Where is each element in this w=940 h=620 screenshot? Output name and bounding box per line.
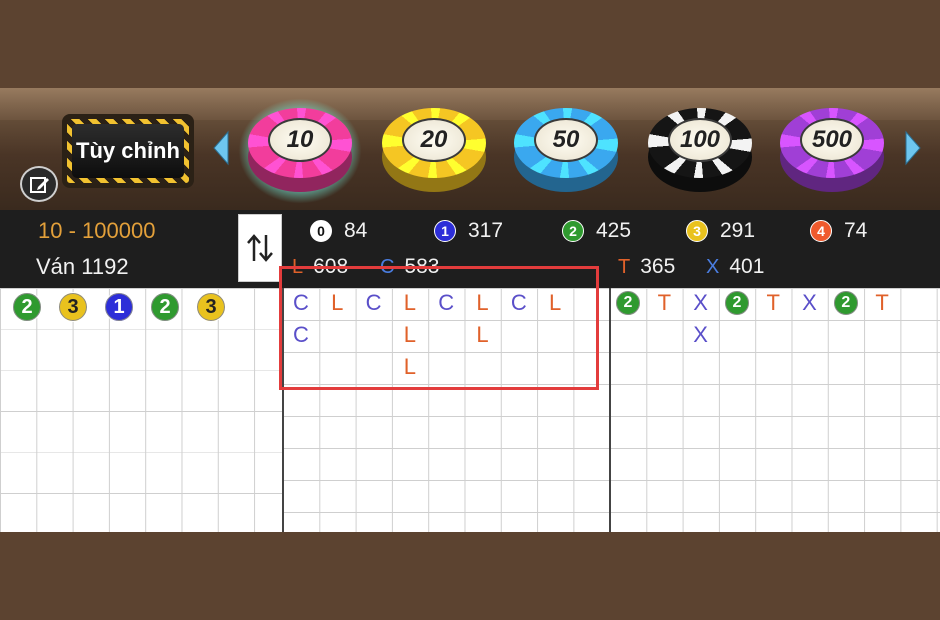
stat-t: T 365 [618, 254, 675, 280]
stat-label: T [618, 255, 631, 278]
chip-100[interactable]: 100 [648, 108, 752, 198]
bead-cell: 2 [12, 292, 42, 322]
round-number: Ván 1192 [36, 254, 129, 279]
bead-road-grid: 23123 [0, 288, 283, 532]
bead-cell: 3 [58, 292, 88, 322]
result-ball-icon: 2 [12, 292, 42, 322]
side-cell: 2 [722, 288, 752, 318]
side-cell: 2 [613, 288, 643, 318]
stat-count: 291 [720, 219, 756, 242]
side-road-grid: 2TXX2TX2T [610, 288, 940, 532]
side-cell: 2 [831, 288, 861, 318]
chip-50[interactable]: 50 [514, 108, 618, 198]
stat-label: X [706, 255, 720, 278]
stat-count: 365 [640, 255, 676, 278]
highlight-box [279, 266, 599, 390]
result-ball-icon: 2 [832, 290, 859, 316]
stat-count: 401 [729, 255, 765, 278]
stat-count: 317 [468, 219, 504, 242]
stat-ball-0: 0 84 [310, 218, 367, 244]
chip-value: 50 [534, 118, 598, 162]
road-letter: T [766, 290, 780, 315]
custom-chip-label: Tùy chỉnh [72, 124, 184, 178]
road-letter: X [802, 290, 817, 315]
stat-ball-2: 2 425 [562, 218, 631, 244]
road-letter: X [693, 290, 708, 315]
result-ball-icon: 2 [615, 290, 641, 316]
stat-ball-4: 4 74 [810, 218, 867, 244]
result-ball-icon: 2 [562, 220, 584, 242]
chip-10[interactable]: 10 [238, 98, 362, 204]
road-letter: T [657, 290, 672, 315]
stat-count: 84 [344, 219, 368, 242]
game-screen: Tùy chỉnh 10 20 50 100 500 10 - 100000 Ván 1… [0, 88, 940, 532]
result-ball-icon: 3 [196, 292, 226, 322]
custom-chip-button[interactable]: Tùy chỉnh [62, 114, 194, 188]
result-ball-icon: 0 [310, 220, 332, 242]
stat-ball-3: 3 291 [686, 218, 755, 244]
result-ball-icon: 2 [723, 290, 750, 316]
chip-value: 500 [800, 118, 864, 162]
side-cell: X [686, 320, 716, 350]
chip-500[interactable]: 500 [780, 108, 884, 198]
result-ball-icon: 1 [434, 220, 456, 242]
side-cell: X [686, 288, 716, 318]
chip-value: 10 [268, 118, 332, 162]
swap-view-button[interactable] [238, 214, 282, 282]
chevron-right-icon[interactable] [904, 130, 922, 166]
road-letter: X [693, 322, 708, 347]
edit-icon[interactable] [20, 166, 58, 202]
result-ball-icon: 3 [58, 292, 88, 322]
side-cell: T [758, 288, 788, 318]
chip-20[interactable]: 20 [382, 108, 486, 198]
result-ball-icon: 2 [150, 292, 180, 322]
stat-x: X 401 [706, 254, 764, 280]
stat-ball-1: 1 317 [434, 218, 503, 244]
swap-arrows-icon [247, 234, 273, 262]
bead-cell: 2 [150, 292, 180, 322]
side-cell: T [649, 288, 679, 318]
chip-value: 20 [402, 118, 466, 162]
result-ball-icon: 1 [104, 292, 134, 322]
result-ball-icon: 3 [686, 220, 708, 242]
chip-value: 100 [668, 118, 732, 162]
side-cell: X [795, 288, 825, 318]
grid-divider [609, 288, 611, 532]
bet-range: 10 - 100000 [38, 218, 156, 243]
stat-count: 74 [844, 219, 868, 242]
stat-count: 425 [596, 219, 632, 242]
side-cell: T [867, 288, 897, 318]
result-ball-icon: 4 [810, 220, 832, 242]
bead-cell: 3 [196, 292, 226, 322]
chevron-left-icon[interactable] [212, 130, 230, 166]
road-letter: T [875, 290, 889, 315]
bead-cell: 1 [104, 292, 134, 322]
chip-bar: Tùy chỉnh 10 20 50 100 500 [0, 88, 940, 210]
